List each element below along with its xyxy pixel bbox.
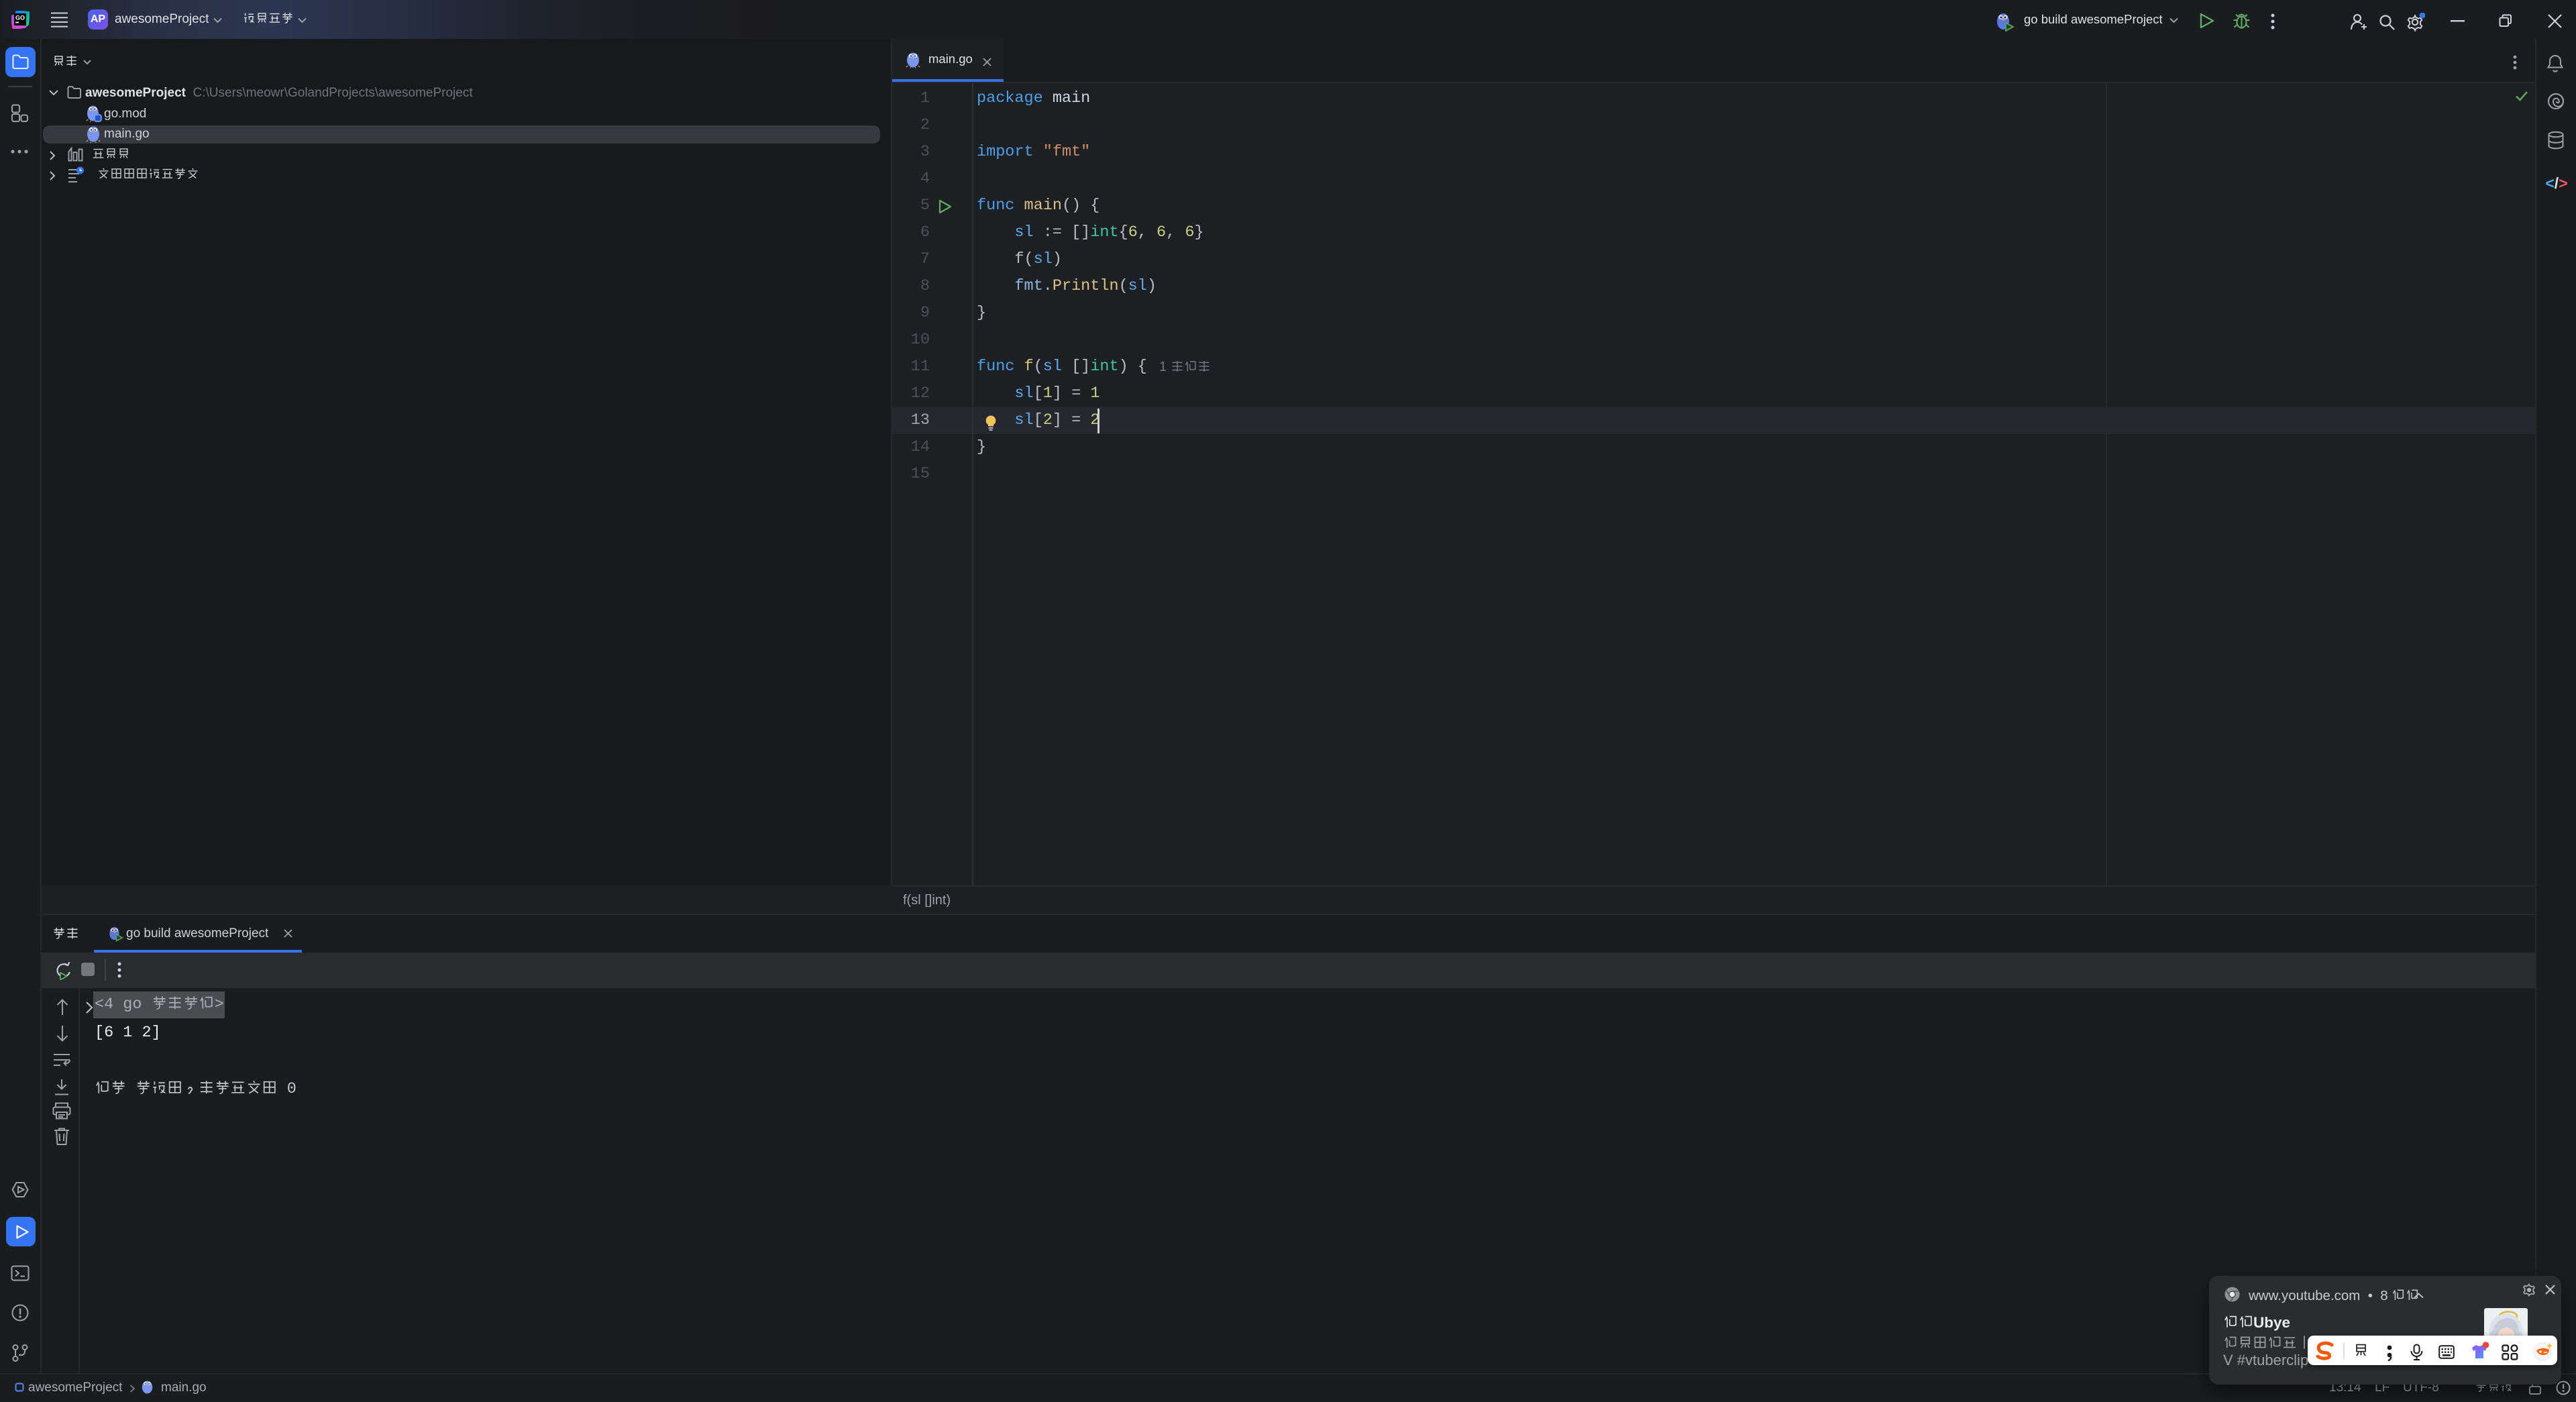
svg-text:GO: GO (15, 15, 25, 21)
